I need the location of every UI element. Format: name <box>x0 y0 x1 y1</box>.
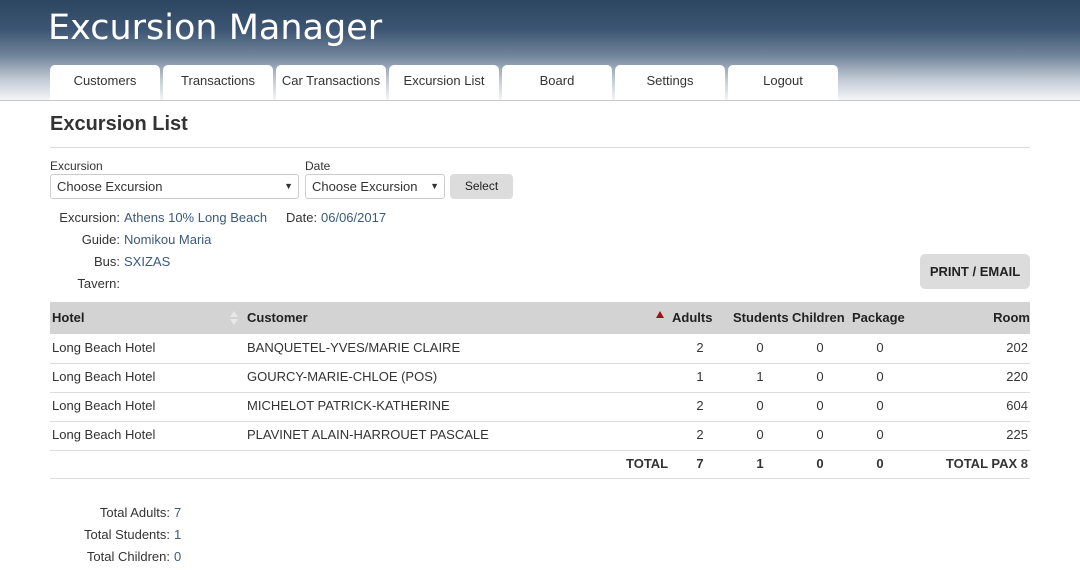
students-cell: 0 <box>756 427 764 442</box>
customer-cell: PLAVINET ALAIN-HARROUET PASCALE <box>247 427 489 442</box>
total-adults-cell: 7 <box>696 456 704 471</box>
excursion-select-value: Choose Excursion <box>57 179 163 194</box>
hotel-cell: Long Beach Hotel <box>52 340 156 355</box>
column-header-students[interactable]: Students <box>733 302 789 334</box>
summary-children-value: 0 <box>174 549 182 564</box>
date-select-value: Choose Excursion <box>312 179 418 194</box>
table-row[interactable]: Long Beach Hotel MICHELOT PATRICK-KATHER… <box>50 392 1030 422</box>
print-email-button[interactable]: PRINT / EMAIL <box>920 254 1030 289</box>
students-cell: 0 <box>756 340 764 355</box>
students-cell: 0 <box>756 398 764 413</box>
summary-adults-label: Total Adults: <box>99 505 170 520</box>
app-title: Excursion Manager <box>48 8 383 48</box>
totals-row: TOTAL 7 1 0 0 TOTAL PAX 8 <box>50 450 1030 479</box>
title-divider <box>50 147 1030 148</box>
package-cell: 0 <box>876 427 884 442</box>
date-filter-label: Date <box>305 159 331 173</box>
summary-students-value: 1 <box>174 527 182 542</box>
package-cell: 0 <box>876 340 884 355</box>
total-package-cell: 0 <box>876 456 884 471</box>
sort-ascending-icon[interactable] <box>656 311 664 318</box>
total-pax: TOTAL PAX 8 <box>945 456 1028 471</box>
room-cell: 220 <box>1006 369 1028 384</box>
sort-unsorted-icon[interactable] <box>230 311 238 327</box>
children-cell: 0 <box>816 340 824 355</box>
column-header-room[interactable]: Room <box>993 302 1030 334</box>
column-header-customer[interactable]: Customer <box>247 302 308 334</box>
table-row[interactable]: Long Beach Hotel GOURCY-MARIE-CHLOE (POS… <box>50 363 1030 393</box>
summary-adults-value: 7 <box>174 505 182 520</box>
total-children-cell: 0 <box>816 456 824 471</box>
table-row[interactable]: Long Beach Hotel PLAVINET ALAIN-HARROUET… <box>50 421 1030 451</box>
guide-info-value: Nomikou Maria <box>124 232 212 247</box>
column-header-adults[interactable]: Adults <box>672 302 712 334</box>
adults-cell: 1 <box>696 369 704 384</box>
package-cell: 0 <box>876 369 884 384</box>
students-cell: 1 <box>756 369 764 384</box>
summary-children-label: Total Children: <box>86 549 170 564</box>
adults-cell: 2 <box>696 340 704 355</box>
customer-cell: MICHELOT PATRICK-KATHERINE <box>247 398 450 413</box>
page-title: Excursion List <box>50 113 188 135</box>
adults-cell: 2 <box>696 398 704 413</box>
date-info-label: Date: <box>286 210 318 225</box>
tab-transactions[interactable]: Transactions <box>163 65 273 100</box>
package-cell: 0 <box>876 398 884 413</box>
date-info-value: 06/06/2017 <box>321 210 387 225</box>
customer-cell: BANQUETEL-YVES/MARIE CLAIRE <box>247 340 461 355</box>
tab-customers[interactable]: Customers <box>50 65 160 100</box>
children-cell: 0 <box>816 427 824 442</box>
hotel-cell: Long Beach Hotel <box>52 427 156 442</box>
tab-board[interactable]: Board <box>502 65 612 100</box>
column-header-hotel[interactable]: Hotel <box>52 302 85 334</box>
summary-students-label: Total Students: <box>84 527 170 542</box>
excursion-info-value: Athens 10% Long Beach <box>124 210 268 225</box>
tab-settings[interactable]: Settings <box>615 65 725 100</box>
excursion-filter-label: Excursion <box>50 159 103 173</box>
adults-cell: 2 <box>696 427 704 442</box>
date-select[interactable]: Choose Excursion ▼ <box>305 174 445 199</box>
column-header-children[interactable]: Children <box>792 302 845 334</box>
hotel-cell: Long Beach Hotel <box>52 398 156 413</box>
hotel-cell: Long Beach Hotel <box>52 369 156 384</box>
dropdown-caret-icon: ▼ <box>430 181 439 191</box>
totals-label: TOTAL <box>626 456 669 471</box>
children-cell: 0 <box>816 369 824 384</box>
excursion-select[interactable]: Choose Excursion ▼ <box>50 174 299 199</box>
select-button[interactable]: Select <box>450 174 513 199</box>
guide-info-label: Guide: <box>81 232 120 247</box>
tab-excursion-list[interactable]: Excursion List <box>389 65 499 100</box>
total-students-cell: 1 <box>756 456 764 471</box>
bus-info-value: SXIZAS <box>124 254 171 269</box>
table-row[interactable]: Long Beach Hotel BANQUETEL-YVES/MARIE CL… <box>50 334 1030 364</box>
column-header-package[interactable]: Package <box>852 302 905 334</box>
bus-info-label: Bus: <box>93 254 120 269</box>
room-cell: 225 <box>1006 427 1028 442</box>
table-header: Hotel Customer Adults Students Children … <box>50 302 1030 334</box>
app-header: Excursion Manager Customers Transactions… <box>0 0 1080 101</box>
room-cell: 202 <box>1006 340 1028 355</box>
tab-car-transactions[interactable]: Car Transactions <box>276 65 386 100</box>
tavern-info-label: Tavern: <box>77 276 120 291</box>
customer-cell: GOURCY-MARIE-CHLOE (POS) <box>247 369 438 384</box>
children-cell: 0 <box>816 398 824 413</box>
tab-logout[interactable]: Logout <box>728 65 838 100</box>
excursion-info-label: Excursion: <box>59 210 120 225</box>
dropdown-caret-icon: ▼ <box>284 181 293 191</box>
room-cell: 604 <box>1006 398 1028 413</box>
